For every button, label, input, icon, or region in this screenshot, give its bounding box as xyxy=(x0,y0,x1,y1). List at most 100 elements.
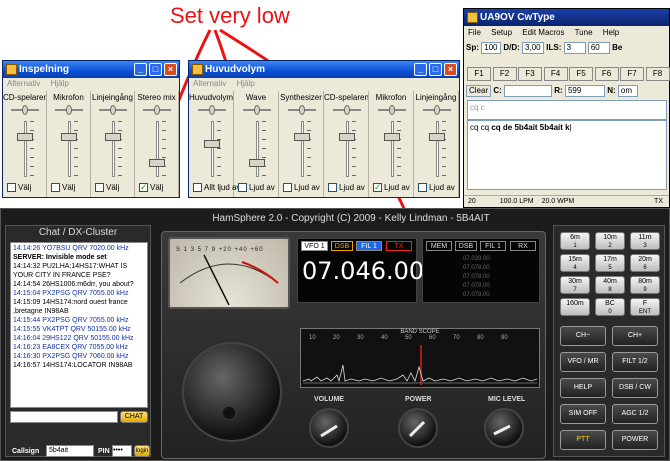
channel-checkbox[interactable]: Ljud av xyxy=(373,182,410,193)
chat-log[interactable]: 14:14:26 YO7BSU QRV 7020.00 kHz SERVER: I… xyxy=(10,242,148,408)
balance-slider[interactable] xyxy=(197,105,226,115)
tx-text-area[interactable]: cq cq cq de 5b4ait 5b4ait k| xyxy=(467,120,667,190)
inspelning-titlebar[interactable]: Inspelning _ □ × xyxy=(3,61,179,78)
volume-slider-thumb[interactable] xyxy=(293,133,310,141)
power-knob[interactable] xyxy=(398,408,438,448)
chat-input[interactable] xyxy=(10,411,118,423)
volume-slider-thumb[interactable] xyxy=(17,133,33,141)
c-input[interactable] xyxy=(504,84,553,97)
callsign-input[interactable]: 5b4ait xyxy=(46,445,94,457)
maximize-button[interactable]: □ xyxy=(149,63,162,76)
balance-slider[interactable] xyxy=(99,105,127,115)
volume-slider-thumb[interactable] xyxy=(248,159,265,167)
checkbox-box[interactable] xyxy=(283,183,292,193)
menu-hjalp[interactable]: Hjälp xyxy=(237,79,255,88)
checkbox-box[interactable] xyxy=(373,182,382,193)
filter-tag[interactable]: FIL 1 xyxy=(356,241,382,251)
rx-text-area[interactable]: cq c xyxy=(467,100,667,120)
volume-slider[interactable] xyxy=(337,121,357,177)
channel-checkbox[interactable]: Välj xyxy=(95,183,119,193)
control-button[interactable]: SIM OFF xyxy=(560,404,606,424)
sp-input[interactable]: 100 xyxy=(481,41,502,54)
mode-tag[interactable]: DSB xyxy=(331,241,353,251)
keypad-key[interactable]: 40m 8 xyxy=(595,276,625,294)
be-label[interactable]: Be xyxy=(612,43,622,52)
keypad-key[interactable]: 6m 1 xyxy=(560,232,590,250)
menu-setup[interactable]: Setup xyxy=(491,28,512,37)
volume-slider[interactable] xyxy=(15,121,35,177)
maximize-button[interactable]: □ xyxy=(429,63,442,76)
minimize-button[interactable]: _ xyxy=(414,63,427,76)
volume-slider[interactable] xyxy=(247,121,267,177)
balance-slider[interactable] xyxy=(377,105,406,115)
control-button[interactable]: HELP xyxy=(560,378,606,398)
channel-checkbox[interactable]: Ljud av xyxy=(283,183,320,193)
function-key-f7[interactable]: F7 xyxy=(620,67,644,81)
function-key-f2[interactable]: F2 xyxy=(492,67,517,81)
keypad-key[interactable]: 20m 6 xyxy=(630,254,660,272)
balance-slider[interactable] xyxy=(332,105,361,115)
control-button[interactable]: AGC 1/2 xyxy=(612,404,658,424)
keypad-key[interactable]: 15m 4 xyxy=(560,254,590,272)
keypad-key[interactable]: 17m 5 xyxy=(595,254,625,272)
function-key-f4[interactable]: F4 xyxy=(543,67,568,81)
mic-level-knob[interactable] xyxy=(484,408,524,448)
ils-input[interactable]: 3 xyxy=(563,41,586,54)
keypad-key[interactable]: 30m 7 xyxy=(560,276,590,294)
channel-checkbox[interactable]: Välj xyxy=(51,183,75,193)
vfo-tag[interactable]: VFO 1 xyxy=(301,241,328,251)
menu-file[interactable]: File xyxy=(468,28,481,37)
pin-input[interactable]: •••• xyxy=(112,445,132,457)
extra-input[interactable]: 60 xyxy=(587,41,610,54)
volume-slider-thumb[interactable] xyxy=(61,133,77,141)
checkbox-box[interactable] xyxy=(418,183,427,193)
balance-slider[interactable] xyxy=(143,105,171,115)
control-button[interactable]: DSB / CW xyxy=(612,378,658,398)
volume-slider-thumb[interactable] xyxy=(149,159,165,167)
balance-slider[interactable] xyxy=(11,105,39,115)
channel-checkbox[interactable]: Ljud av xyxy=(238,183,275,193)
volume-slider-thumb[interactable] xyxy=(383,133,400,141)
volume-slider[interactable] xyxy=(103,121,123,177)
close-button[interactable]: × xyxy=(444,63,457,76)
band-scope[interactable]: BAND SCOPE 10 20 30 40 50 60 70 80 90 xyxy=(300,328,540,388)
chat-button[interactable]: CHAT xyxy=(120,411,148,423)
volume-slider[interactable] xyxy=(292,121,312,177)
menu-tune[interactable]: Tune xyxy=(575,28,593,37)
volume-slider[interactable] xyxy=(202,121,222,177)
volume-slider-thumb[interactable] xyxy=(428,133,445,141)
channel-checkbox[interactable]: Ljud av xyxy=(418,183,455,193)
checkbox-box[interactable] xyxy=(7,183,16,193)
checkbox-box[interactable] xyxy=(193,183,202,193)
volume-slider[interactable] xyxy=(427,121,447,177)
volume-slider[interactable] xyxy=(59,121,79,177)
keypad-key[interactable]: 160m xyxy=(560,298,590,316)
menu-hjalp[interactable]: Hjälp xyxy=(51,79,69,88)
function-key-f5[interactable]: F5 xyxy=(569,67,593,81)
volume-slider-thumb[interactable] xyxy=(203,140,220,148)
keypad-key[interactable]: BC 0 xyxy=(595,298,625,316)
volume-slider-thumb[interactable] xyxy=(105,133,121,141)
balance-slider[interactable] xyxy=(287,105,316,115)
menu-alternativ[interactable]: Alternativ xyxy=(193,79,226,88)
menu-alternativ[interactable]: Alternativ xyxy=(7,79,40,88)
keypad-key[interactable]: 80m 9 xyxy=(630,276,660,294)
balance-slider[interactable] xyxy=(242,105,271,115)
r-input[interactable]: 599 xyxy=(564,84,605,97)
balance-slider[interactable] xyxy=(55,105,83,115)
control-button[interactable]: VFO / MR xyxy=(560,352,606,372)
menu-help[interactable]: Help xyxy=(603,28,619,37)
control-button[interactable]: CH+ xyxy=(612,326,658,346)
channel-checkbox[interactable]: Välj xyxy=(7,183,31,193)
channel-checkbox[interactable]: Välj xyxy=(139,182,163,193)
control-button[interactable]: FILT 1/2 xyxy=(612,352,658,372)
checkbox-box[interactable] xyxy=(95,183,104,193)
keypad-key[interactable]: F ENT xyxy=(630,298,660,316)
function-key-f8[interactable]: F8 xyxy=(645,67,670,81)
close-button[interactable]: × xyxy=(164,63,177,76)
mem-tag[interactable]: MEM xyxy=(426,241,452,251)
function-key-f6[interactable]: F6 xyxy=(594,67,619,81)
volume-slider[interactable] xyxy=(382,121,402,177)
control-button[interactable]: POWER xyxy=(612,430,658,450)
menu-edit-macros[interactable]: Edit Macros xyxy=(522,28,564,37)
